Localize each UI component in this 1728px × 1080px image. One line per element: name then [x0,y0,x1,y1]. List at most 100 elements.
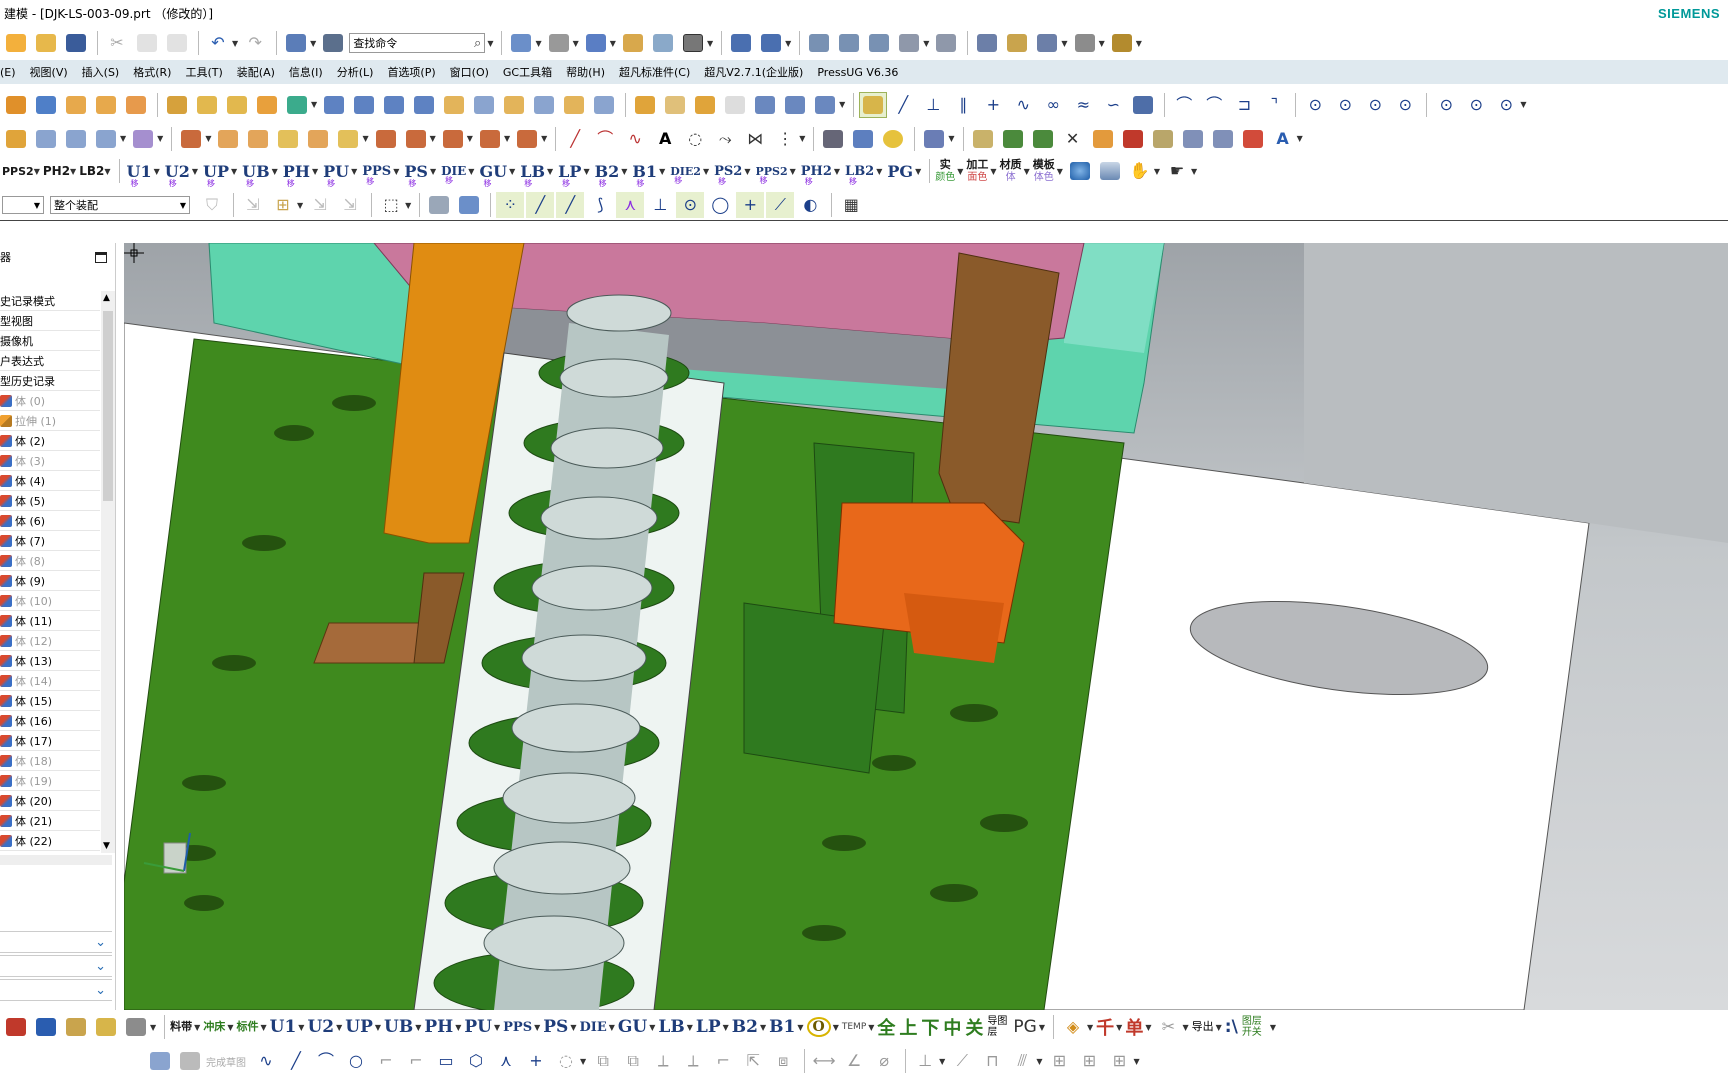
up-dropdown[interactable]: ▼ [231,167,237,176]
die-button[interactable]: DIE [579,1020,606,1035]
command-search-input[interactable]: 查找命令 [353,35,397,51]
snap-toggle-button[interactable] [859,91,888,118]
measure-button[interactable] [1071,30,1099,56]
drawing-c-button[interactable] [1029,126,1057,152]
navigator-item[interactable]: 体 (4) [0,471,100,491]
measure-distance-dropdown[interactable]: ▼ [1136,39,1142,48]
ph-move-button[interactable]: PH 移 [281,162,312,188]
drawing-b-button[interactable] [999,126,1027,152]
component-g-button[interactable] [372,126,400,152]
navigator-item[interactable]: 户表达式 [0,351,100,371]
new-file-button[interactable] [2,30,30,56]
machining-color-button[interactable]: 加工 面色 [966,159,988,183]
standard-part-button[interactable]: 标件 [236,1020,258,1033]
offset-curve-button[interactable]: ◌ [681,126,709,152]
navigator-scrollbar[interactable]: ▲ ▼ [101,291,115,853]
select-c-dropdown[interactable]: ▼ [297,201,303,210]
thousand-button[interactable]: 千 [1096,1014,1114,1040]
ph2-label[interactable]: PH2 [43,164,70,178]
copy-button[interactable] [133,30,161,56]
blend-button[interactable] [500,92,528,118]
drawing-a-button[interactable] [969,126,997,152]
ph-dropdown[interactable]: ▼ [312,167,318,176]
component-i-button[interactable] [439,126,467,152]
sk-arc-button[interactable]: ⌒ [312,1048,340,1074]
split-body-button[interactable] [350,92,378,118]
sk-update-button[interactable]: ⊞ [1075,1048,1103,1074]
scroll-thumb[interactable] [103,311,113,501]
snap-node-button[interactable]: ⋏ [616,192,645,218]
tool-x-button[interactable] [920,126,948,152]
menu-window[interactable]: 窗口(O) [450,64,489,80]
snap-point-button[interactable]: + [736,192,765,218]
navigator-item[interactable]: 体 (15) [0,691,100,711]
pu-bottom-dropdown[interactable]: ▼ [494,1023,500,1032]
ph2-move-button[interactable]: PH2 移 [799,164,834,186]
ps-bottom-dropdown[interactable]: ▼ [570,1023,576,1032]
point5-button[interactable]: ⊙ [1432,92,1460,118]
section-button[interactable] [649,30,677,56]
sketch-finish-button[interactable] [146,1048,174,1074]
select-e-button[interactable]: ⇲ [336,192,364,218]
navigator-item[interactable]: 史记录模式 [0,291,100,311]
snap-perp-button[interactable]: ⊥ [646,192,674,218]
lb-bottom-dropdown[interactable]: ▼ [687,1023,693,1032]
snap-mid-button[interactable]: ╱ [526,192,555,218]
lp-dropdown[interactable]: ▼ [583,167,589,176]
menu-info[interactable]: 信息(I) [289,64,323,80]
view-cube-button[interactable] [811,92,839,118]
component-a-dropdown[interactable]: ▼ [205,134,211,143]
pps-button[interactable]: PPS [503,1020,532,1035]
navigator-item[interactable]: 体 (5) [0,491,100,511]
component-i-dropdown[interactable]: ▼ [467,134,473,143]
wrench2-button[interactable] [32,126,60,152]
boss-button[interactable] [193,92,221,118]
point-button[interactable]: ⊙ [1301,92,1329,118]
pen-button[interactable] [849,126,877,152]
texture-button[interactable] [1096,158,1124,184]
menu-analysis[interactable]: 分析(L) [337,64,374,80]
colon-button[interactable]: :\ [1225,1017,1238,1037]
sketch-line-button[interactable]: ╱ [561,126,589,152]
sk-rect-button[interactable]: ▭ [432,1048,460,1074]
search-dropdown[interactable]: ▼ [487,39,493,48]
trim-body-button[interactable] [320,92,348,118]
component-d-button[interactable] [274,126,302,152]
fit-dropdown[interactable]: ▼ [535,39,541,48]
b1-dropdown[interactable]: ▼ [659,167,665,176]
menu-assembly[interactable]: 装配(A) [237,64,275,80]
chamfer-button[interactable] [470,92,498,118]
b2-dropdown[interactable]: ▼ [621,167,627,176]
isoparametric-button[interactable]: ⋮ [771,126,799,152]
navigator-item[interactable]: 型视图 [0,311,100,331]
preview-panel[interactable]: ⌄ [0,979,112,1001]
text-button[interactable]: A [651,126,679,152]
navigator-item[interactable]: 体 (22) [0,831,100,851]
lb2-label[interactable]: LB2 [79,164,104,178]
sk-point-button[interactable]: + [522,1048,550,1074]
snap-curve-button[interactable]: ⟆ [586,192,614,218]
die-dropdown[interactable]: ▼ [468,167,474,176]
single-button[interactable]: 单 [1125,1014,1143,1040]
navigator-item[interactable]: 体 (11) [0,611,100,631]
component-h-dropdown[interactable]: ▼ [430,134,436,143]
menu-help[interactable]: 帮助(H) [566,64,605,80]
pps2-dropdown[interactable]: ▼ [34,167,40,176]
select-a-button[interactable]: ⛉ [198,192,226,218]
menu-standard-parts[interactable]: 超凡标准件(C) [619,64,690,80]
tool-x-dropdown[interactable]: ▼ [948,134,954,143]
ps2-move-button[interactable]: PS2 移 [712,164,744,186]
spline-button[interactable]: ∽ [1099,92,1127,118]
b1-bottom-dropdown[interactable]: ▼ [797,1023,803,1032]
component-c-button[interactable] [244,126,272,152]
u2-move-button[interactable]: U2 移 [163,162,192,188]
navigator-item[interactable]: 体 (18) [0,751,100,771]
lb-button[interactable]: LB [658,1017,684,1037]
menu-edit[interactable]: (E) [0,66,16,79]
lp-move-button[interactable]: LP 移 [556,162,583,188]
solid-color-button[interactable]: 实颜色 [935,159,955,183]
tool-blocks-button[interactable] [122,1014,150,1040]
scissors-dropdown[interactable]: ▼ [1182,1023,1188,1032]
navigator-item[interactable]: 摄像机 [0,331,100,351]
sk-line-button[interactable]: ╱ [282,1048,310,1074]
